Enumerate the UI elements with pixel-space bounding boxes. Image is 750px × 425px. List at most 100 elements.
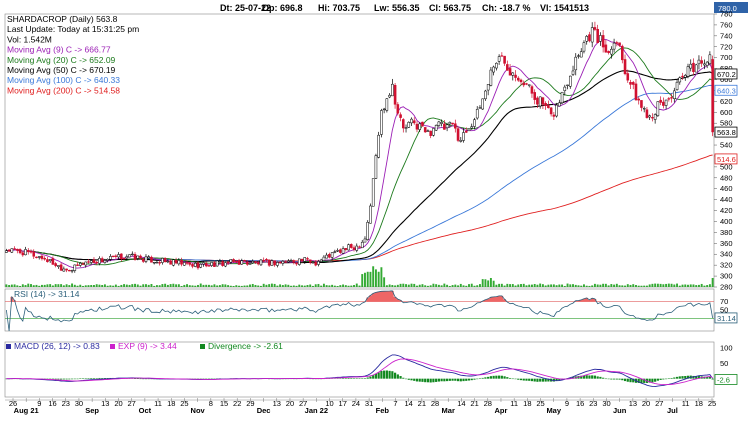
divergence-bar (588, 375, 591, 379)
candle-body (522, 82, 526, 86)
volume-bar (426, 285, 429, 287)
volume-bar (531, 284, 533, 287)
price-tick-label: 400 (720, 217, 733, 226)
candle-body (322, 256, 326, 261)
price-tick-label: 620 (720, 97, 733, 106)
divergence-bar (90, 378, 93, 379)
volume-bar (706, 285, 709, 287)
candle-body (131, 253, 134, 256)
volume-bar (495, 284, 498, 287)
candle-body (300, 259, 304, 261)
candle-body (404, 127, 408, 129)
volume-bar (191, 285, 194, 287)
date-tick-label: 13 (101, 399, 109, 408)
volume-bar (292, 285, 295, 287)
candle-body (262, 259, 265, 262)
volume-bar (416, 285, 418, 287)
volume-bar (57, 284, 60, 287)
candle-body (533, 92, 536, 100)
date-tick-label: 20 (114, 399, 122, 408)
divergence-bar (361, 378, 364, 379)
divergence-bar (418, 378, 421, 382)
volume-bar (457, 285, 460, 287)
volume-bar (473, 285, 476, 287)
volume-bar (32, 285, 35, 287)
candle-body (284, 261, 287, 263)
divergence-bar (667, 378, 670, 379)
volume-bar (506, 283, 509, 287)
date-tick-label: Jul (667, 406, 678, 415)
candle-body (426, 130, 430, 132)
price-legend-line: Moving Avg (100) C -> 640.33 (7, 75, 120, 85)
divergence-bar (541, 378, 545, 382)
candle-body (333, 251, 337, 253)
divergence-bar (410, 378, 413, 381)
divergence-bar (424, 378, 427, 383)
volume-bar (651, 283, 654, 287)
macd-tick-label: 100 (720, 344, 733, 353)
volume-bar (541, 284, 544, 287)
divergence-bar (465, 378, 468, 381)
candle-body (547, 105, 550, 109)
divergence-bar (54, 378, 57, 380)
candle-body (421, 121, 424, 127)
volume-bar (648, 284, 651, 287)
divergence-bar (664, 378, 668, 380)
header-field: Ch: -18.7 % (482, 3, 531, 13)
divergence-bar (68, 378, 71, 380)
volume-bar (585, 285, 588, 287)
volume-bar (79, 284, 82, 287)
volume-bar (87, 285, 90, 287)
divergence-bar (372, 375, 375, 379)
candle-body (593, 27, 597, 30)
volume-bar (298, 284, 301, 287)
candle-body (377, 134, 380, 158)
candle-body (278, 261, 282, 264)
volume-bar (112, 285, 115, 287)
candle-body (24, 249, 27, 256)
date-tick-label: 25 (180, 399, 188, 408)
divergence-bar (629, 378, 632, 383)
divergence-bar (443, 378, 446, 382)
candle-body (612, 42, 616, 50)
volume-bar (383, 277, 386, 287)
candle-body (158, 262, 161, 264)
volume-bar (303, 285, 306, 287)
volume-bar (155, 285, 158, 287)
rsi-value-badge-label: 31.14 (717, 314, 736, 323)
volume-bar (509, 284, 512, 287)
volume-bar (572, 284, 574, 287)
candle-body (475, 109, 479, 119)
candle-body (139, 255, 142, 259)
volume-bar (385, 285, 388, 287)
candle-body (78, 262, 82, 266)
volume-bar (615, 283, 618, 287)
volume-bar (700, 283, 703, 287)
candle-body (166, 260, 170, 263)
ohlc-header: Dt: 25-07-22Op: 696.8 Hi: 703.75 Lw: 556.3… (0, 0, 750, 14)
candle-body (459, 140, 463, 142)
candle-body (92, 259, 96, 263)
candle-body (579, 51, 583, 58)
header-field: Lw: 556.35 (374, 3, 420, 13)
candle-body (270, 260, 274, 266)
volume-bar (62, 285, 65, 287)
candle-body (670, 97, 673, 99)
volume-bar (380, 267, 383, 287)
candle-body (525, 83, 528, 85)
volume-bar (93, 285, 95, 287)
price-tick-label: 280 (720, 283, 733, 292)
candle-body (516, 77, 520, 81)
price-legend-line: Moving Avg (200) C -> 514.58 (7, 85, 120, 95)
divergence-bar (84, 378, 87, 379)
date-tick-label: 27 (655, 399, 663, 408)
candle-body (48, 259, 52, 262)
date-tick-label: 13 (629, 399, 637, 408)
candle-body (558, 102, 561, 107)
volume-bar (440, 285, 443, 287)
volume-bar (95, 284, 98, 287)
volume-bar (161, 284, 164, 287)
volume-bar (391, 284, 394, 287)
candle-body (87, 261, 90, 263)
volume-bar (268, 284, 271, 287)
